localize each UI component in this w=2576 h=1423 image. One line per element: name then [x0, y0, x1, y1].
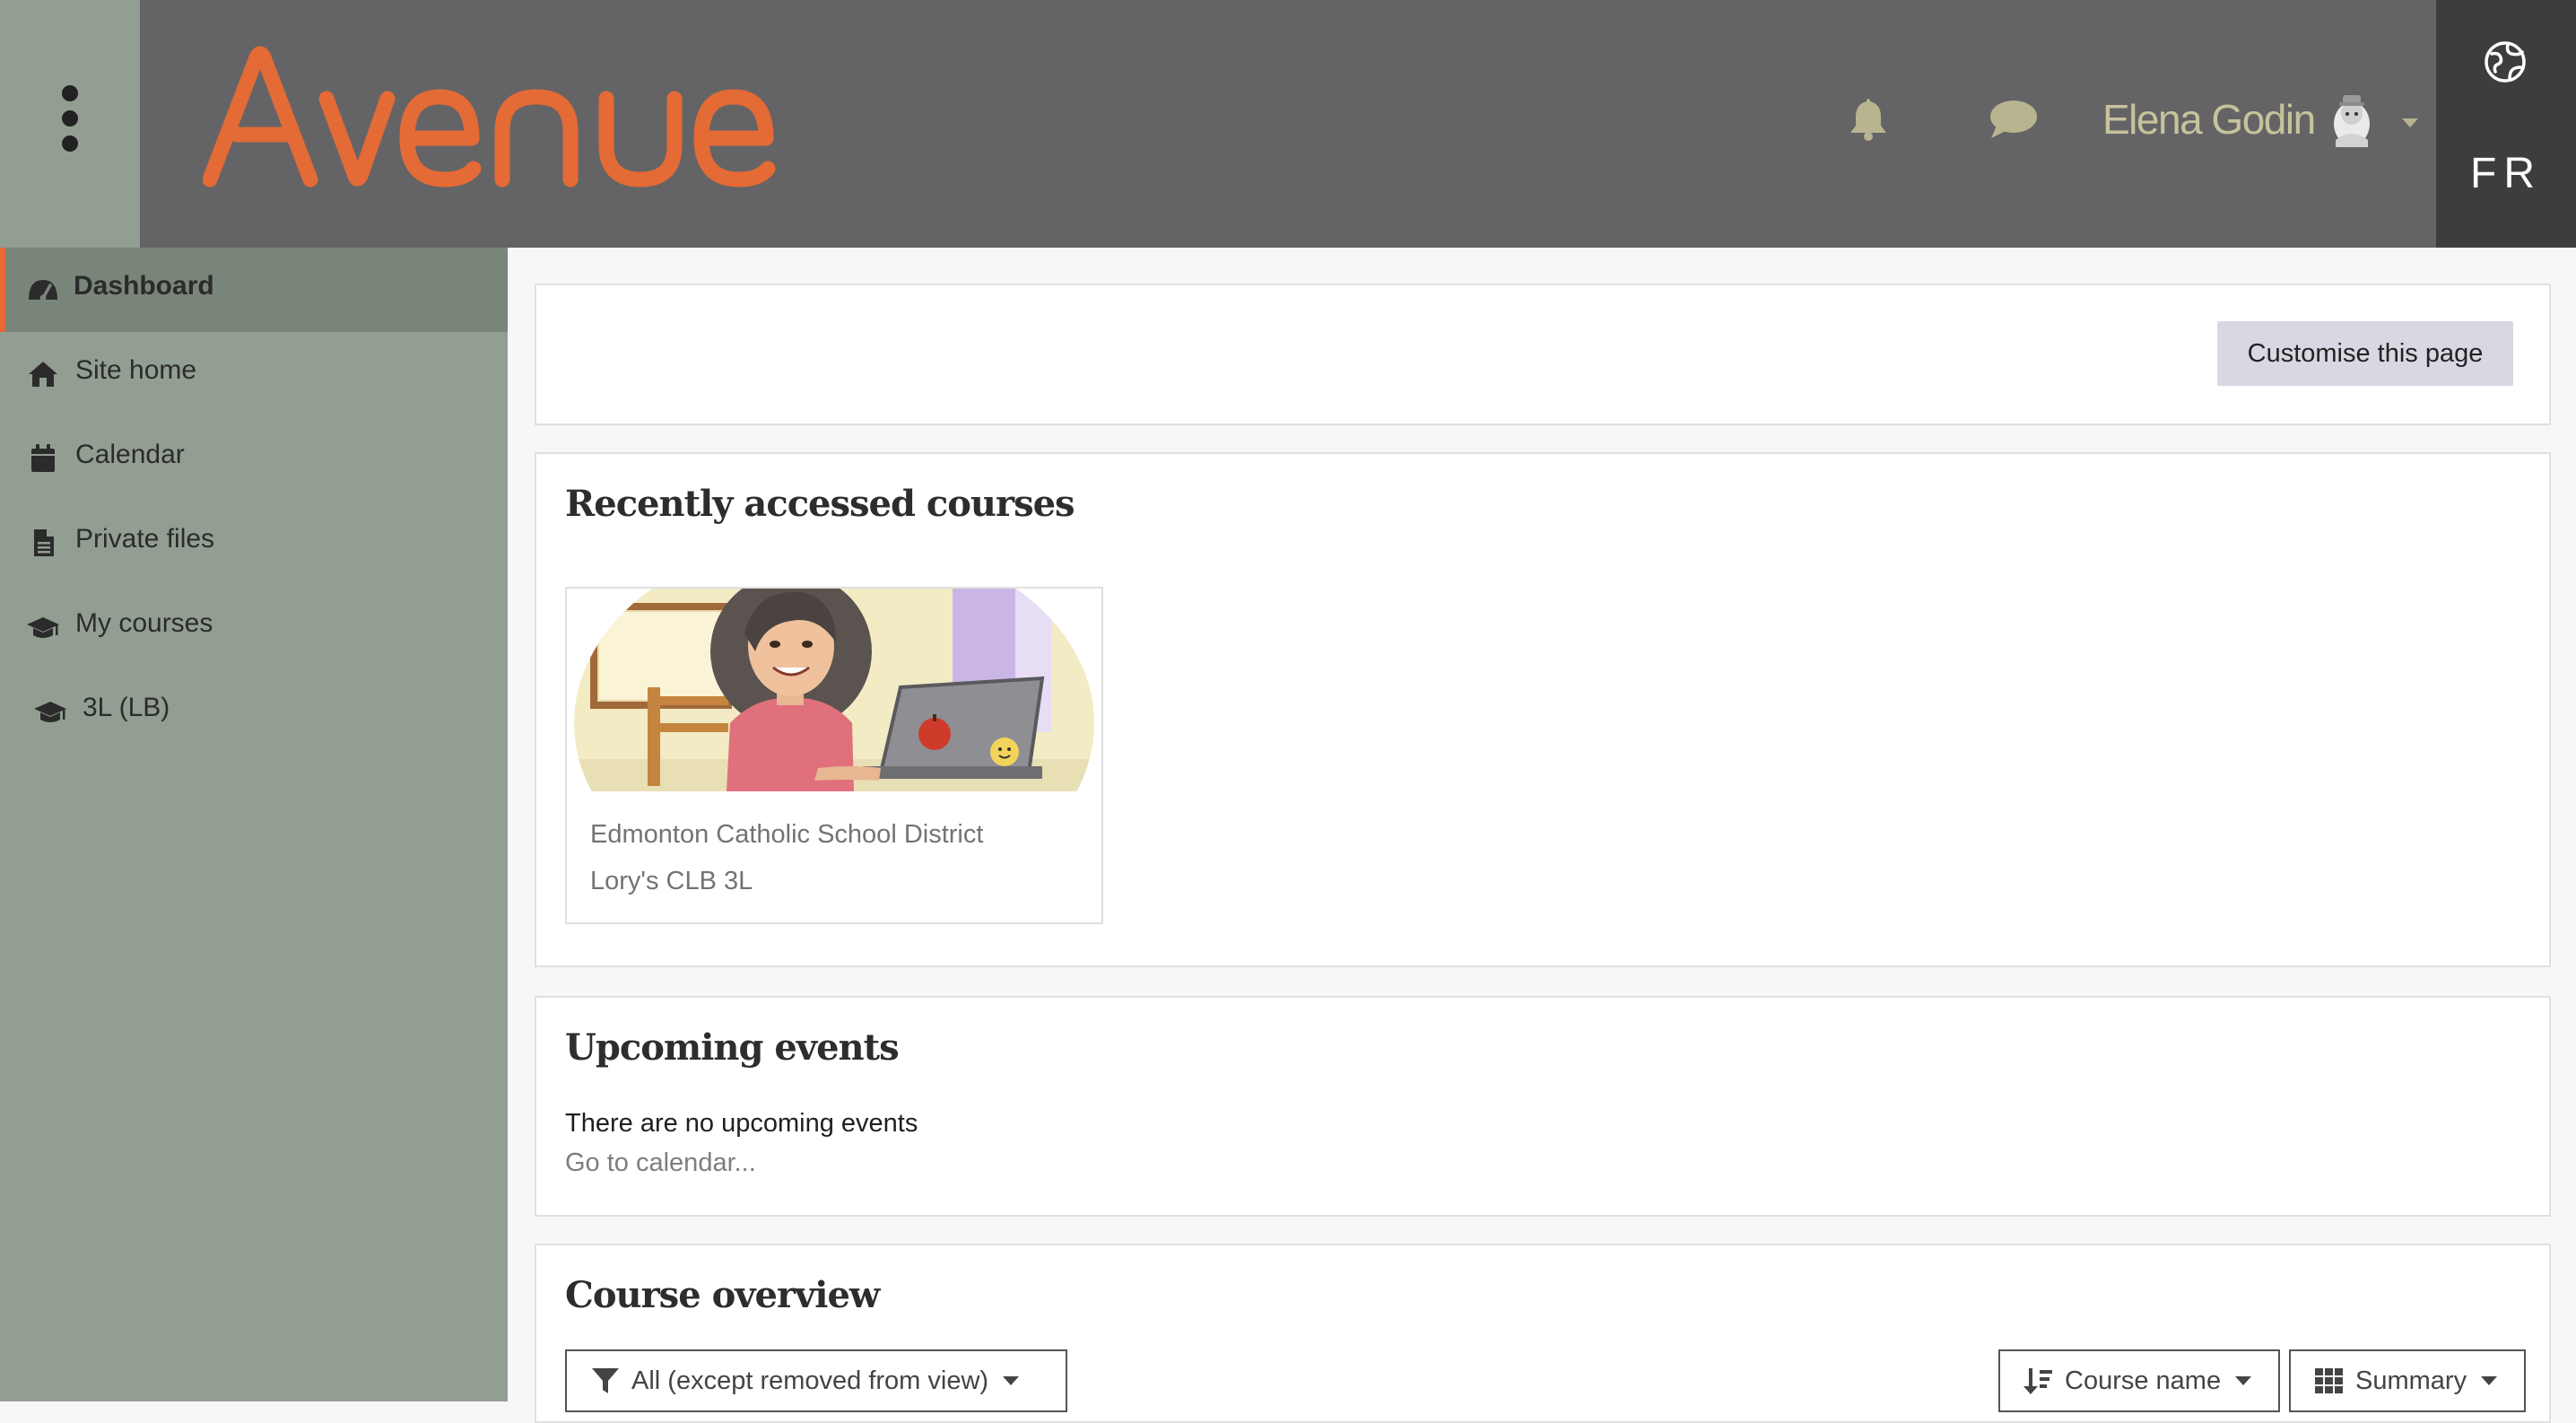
- drawer-toggle-button[interactable]: [0, 0, 140, 248]
- sidebar-item-private-files[interactable]: Private files: [0, 501, 508, 585]
- user-avatar[interactable]: [2325, 92, 2379, 153]
- sidebar-item-label: My courses: [75, 608, 213, 638]
- notifications-bell-icon[interactable]: [1846, 95, 1891, 146]
- filter-label: All (except removed from view): [631, 1366, 989, 1395]
- messages-chat-icon[interactable]: [1988, 99, 2038, 144]
- chevron-down-icon: [2235, 1376, 2252, 1385]
- sidebar-item-calendar[interactable]: Calendar: [0, 416, 508, 501]
- no-events-text: There are no upcoming events: [565, 1109, 918, 1138]
- course-filter-dropdown[interactable]: All (except removed from view): [565, 1349, 1067, 1412]
- sidebar-item-label: Private files: [75, 524, 215, 554]
- sidebar-item-dashboard[interactable]: Dashboard: [0, 248, 508, 332]
- file-icon: [34, 529, 54, 556]
- course-overview-block: Course overview All (except removed from…: [535, 1244, 2551, 1423]
- globe-icon: [2483, 39, 2528, 89]
- course-sort-dropdown[interactable]: Course name: [1998, 1349, 2280, 1412]
- chevron-down-icon: [2481, 1376, 2498, 1385]
- recent-courses-title: Recently accessed courses: [565, 483, 1075, 525]
- upcoming-events-block: Upcoming events There are no upcoming ev…: [535, 996, 2551, 1217]
- course-overview-title: Course overview: [565, 1274, 880, 1316]
- user-name[interactable]: Elena Godin: [2102, 95, 2316, 144]
- course-category: Edmonton Catholic School District: [590, 820, 984, 849]
- sort-icon: [2023, 1366, 2054, 1395]
- customise-page-button[interactable]: Customise this page: [2217, 321, 2513, 386]
- nav-drawer: Dashboard Site home Calendar Private fil…: [0, 248, 508, 1401]
- calendar-icon: [31, 444, 55, 472]
- user-menu-caret-icon[interactable]: [2402, 118, 2418, 127]
- course-card[interactable]: Edmonton Catholic School District Lory's…: [565, 587, 1103, 924]
- sidebar-item-label: 3L (LB): [83, 693, 170, 722]
- customise-card: Customise this page: [535, 284, 2551, 425]
- sidebar-item-label: Site home: [75, 355, 197, 385]
- sidebar-item-label: Dashboard: [74, 271, 214, 301]
- graduation-cap-icon: [27, 617, 59, 638]
- kebab-menu-icon: [62, 85, 78, 152]
- avenue-logo[interactable]: [202, 45, 813, 202]
- course-image: [567, 589, 1101, 791]
- avenue-logo-icon: [202, 46, 776, 188]
- upcoming-events-title: Upcoming events: [565, 1026, 900, 1069]
- sidebar-item-label: Calendar: [75, 440, 185, 469]
- course-name[interactable]: Lory's CLB 3L: [590, 867, 753, 896]
- language-switcher[interactable]: FR: [2436, 0, 2576, 248]
- dashboard-icon: [29, 280, 57, 301]
- sort-label: Course name: [2065, 1366, 2222, 1395]
- graduation-cap-icon: [34, 702, 66, 722]
- go-to-calendar-link[interactable]: Go to calendar...: [565, 1148, 756, 1178]
- sidebar-item-3l-lb[interactable]: 3L (LB): [0, 669, 508, 754]
- top-navbar: Elena Godin FR: [0, 0, 2576, 248]
- chevron-down-icon: [1003, 1376, 1020, 1385]
- grid-icon: [2314, 1367, 2345, 1394]
- language-code[interactable]: FR: [2436, 149, 2576, 198]
- sidebar-item-site-home[interactable]: Site home: [0, 332, 508, 416]
- sidebar-item-my-courses[interactable]: My courses: [0, 585, 508, 669]
- view-label: Summary: [2355, 1366, 2467, 1395]
- filter-icon: [590, 1366, 621, 1395]
- recently-accessed-courses-block: Recently accessed courses Edmonton Catho…: [535, 452, 2551, 967]
- course-view-dropdown[interactable]: Summary: [2289, 1349, 2526, 1412]
- home-icon: [29, 362, 57, 387]
